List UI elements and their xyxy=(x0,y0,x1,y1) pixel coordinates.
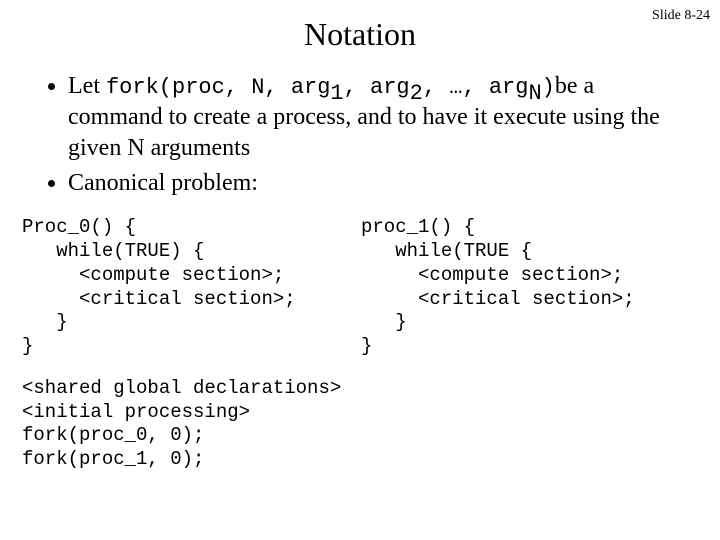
bullet1-code4: ) xyxy=(542,75,555,100)
bullet-item-2: Canonical problem: xyxy=(68,168,690,199)
bullet1-sub3: N xyxy=(528,81,541,106)
bullet1-code2: , arg xyxy=(344,75,410,100)
slide: Slide 8-24 Notation Let fork(proc, N, ar… xyxy=(0,0,720,540)
code-columns: Proc_0() { while(TRUE) { <compute sectio… xyxy=(20,216,700,359)
slide-number: Slide 8-24 xyxy=(652,8,710,24)
bullet1-sub1: 1 xyxy=(330,81,343,106)
bullet1-code1: fork(proc, N, arg xyxy=(106,75,330,100)
code-block-proc1: proc_1() { while(TRUE { <compute section… xyxy=(361,216,700,359)
slide-title: Notation xyxy=(20,16,700,53)
code-block-proc0: Proc_0() { while(TRUE) { <compute sectio… xyxy=(20,216,361,359)
bullet1-code3: , …, arg xyxy=(423,75,529,100)
bullet-item-1: Let fork(proc, N, arg1, arg2, …, argN)be… xyxy=(68,71,690,164)
code-block-shared: <shared global declarations> <initial pr… xyxy=(20,377,700,472)
bullet1-text1: Let xyxy=(68,73,106,99)
bullet-list: Let fork(proc, N, arg1, arg2, …, argN)be… xyxy=(30,71,690,198)
bullet1-sub2: 2 xyxy=(410,81,423,106)
